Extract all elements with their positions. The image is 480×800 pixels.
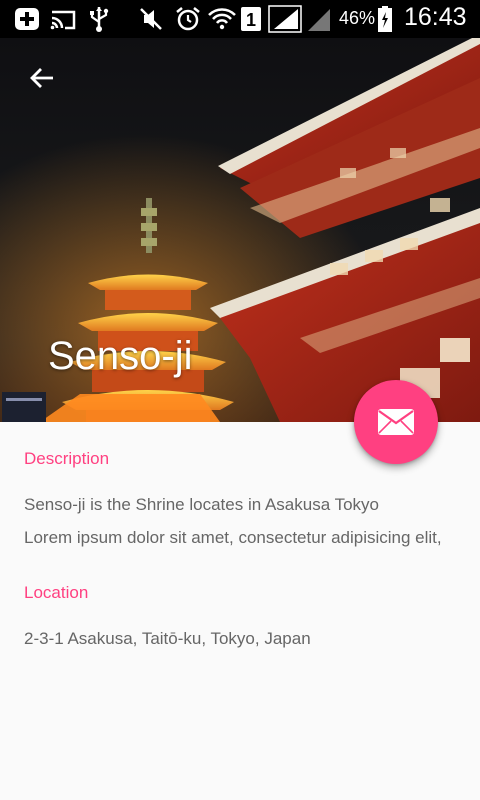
description-text: Senso-ji is the Shrine locates in Asakus… (24, 495, 379, 514)
location-address: 2-3-1 Asakusa, Taitō-ku, Tokyo, Japan (24, 629, 311, 648)
description-text: Lorem ipsum dolor sit amet, consectetur … (24, 528, 442, 547)
header-image: Senso-ji (0, 38, 480, 422)
signal-icon (268, 5, 302, 33)
description-heading: Description (24, 449, 110, 468)
location-heading: Location (24, 583, 89, 602)
battery-percent: 46% (339, 8, 376, 28)
cast-icon (50, 10, 76, 30)
battery-icon (378, 6, 392, 32)
alarm-icon (176, 7, 200, 31)
usb-icon (90, 7, 109, 32)
mail-fab-button[interactable] (354, 380, 438, 464)
details-content: Description Senso-ji is the Shrine locat… (0, 422, 480, 800)
wifi-icon (208, 8, 236, 30)
status-time: 16:43 (404, 3, 467, 31)
sim-slot-label: 1 (246, 10, 256, 30)
mail-icon (378, 409, 414, 435)
signal-icon (308, 9, 330, 31)
add-icon (15, 8, 39, 30)
mute-icon (140, 8, 162, 30)
arrow-back-icon (30, 68, 53, 88)
status-bar: 1 46% 16:43 (0, 0, 480, 38)
back-button[interactable] (22, 58, 62, 98)
page-title: Senso-ji (48, 334, 193, 378)
sim-icon: 1 (241, 7, 261, 31)
